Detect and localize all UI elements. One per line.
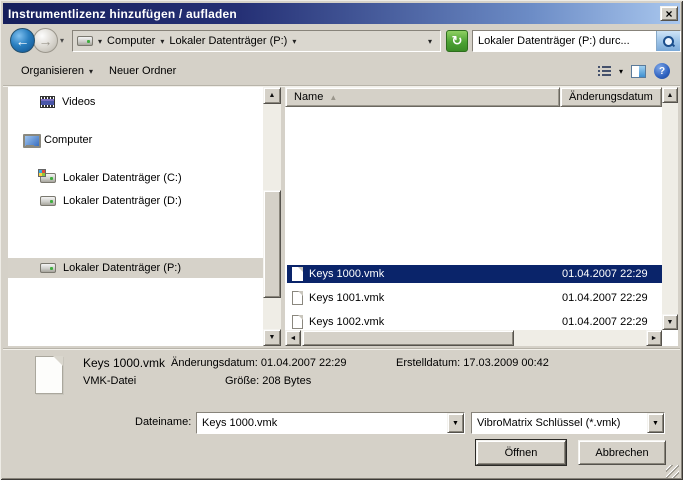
search-box [472, 30, 681, 52]
filetype-value: VibroMatrix Schlüssel (*.vmk) [472, 417, 647, 429]
search-input[interactable] [473, 31, 656, 51]
file-list: Name ▲ Änderungsdatum Keys 1000.vmk 01.0… [285, 87, 678, 346]
sidebar-item-drive-p[interactable]: Lokaler Datenträger (P:) [8, 258, 263, 278]
help-icon[interactable]: ? [654, 63, 670, 79]
address-bar: ← → ▾ ▾ Computer ▾ Lokaler Datenträger (… [3, 24, 680, 57]
details-modified: Änderungsdatum: 01.04.2007 22:29 [171, 357, 347, 369]
dropdown-button[interactable]: ▼ [647, 413, 664, 433]
details-file-type: VMK-Datei [83, 375, 136, 387]
breadcrumb-item-drive-p[interactable]: Lokaler Datenträger (P:) [169, 35, 287, 47]
sort-asc-icon: ▲ [329, 93, 337, 102]
breadcrumb[interactable]: ▾ Computer ▾ Lokaler Datenträger (P:) ▾ … [72, 30, 441, 52]
back-icon: ← [16, 33, 30, 49]
refresh-button[interactable]: ↻ [446, 30, 468, 52]
chevron-down-icon: ▾ [89, 67, 93, 76]
views-icon[interactable] [598, 66, 611, 77]
file-preview-icon [35, 356, 63, 394]
sidebar-scrollbar[interactable]: ▲ ▼ [263, 87, 281, 346]
address-dropdown-icon[interactable]: ▾ [428, 37, 432, 46]
file-icon [292, 315, 303, 329]
chevron-down-icon: ▼ [452, 420, 459, 427]
back-button[interactable]: ← [10, 28, 35, 53]
chevron-down-icon[interactable]: ▾ [160, 37, 164, 46]
dialog-footer: Dateiname: Keys 1000.vmk ▼ VibroMatrix S… [3, 407, 680, 477]
title-bar: Instrumentlizenz hinzufügen / aufladen × [3, 3, 680, 24]
column-header-name[interactable]: Name ▲ [285, 87, 560, 107]
new-folder-label: Neuer Ordner [109, 65, 176, 77]
column-header-date[interactable]: Änderungsdatum [560, 87, 662, 107]
scroll-left-button[interactable]: ◄ [285, 330, 301, 346]
arrow-up-icon: ▲ [269, 92, 276, 99]
close-button[interactable]: × [660, 6, 678, 21]
arrow-right-icon: ► [651, 335, 658, 342]
details-created: Erstelldatum: 17.03.2009 00:42 [396, 357, 549, 369]
refresh-icon: ↻ [452, 33, 463, 49]
arrow-down-icon: ▼ [269, 334, 276, 341]
search-icon [662, 35, 675, 48]
details-file-name: Keys 1000.vmk [83, 356, 165, 370]
command-toolbar: Organisieren ▾ Neuer Ordner ▾ ? [3, 57, 680, 86]
file-icon [292, 291, 303, 305]
file-row-keys-1000[interactable]: Keys 1000.vmk 01.04.2007 22:29 [287, 265, 662, 283]
toolbar-right: ▾ ? [598, 63, 670, 79]
open-button[interactable]: Öffnen [476, 440, 566, 465]
filename-label: Dateiname: [135, 416, 191, 428]
views-dropdown-icon[interactable]: ▾ [619, 67, 623, 76]
sidebar-item-computer[interactable]: Computer [8, 130, 263, 150]
main-area: Videos Computer Lokaler Datenträger (C:)… [3, 87, 680, 346]
open-file-dialog: Instrumentlizenz hinzufügen / aufladen ×… [0, 0, 683, 480]
breadcrumb-item-computer[interactable]: Computer [107, 35, 155, 47]
computer-icon [23, 134, 37, 146]
close-icon: × [665, 8, 672, 20]
chevron-down-icon[interactable]: ▾ [292, 37, 296, 46]
dialog-title: Instrumentlizenz hinzufügen / aufladen [8, 7, 237, 21]
drive-icon [40, 196, 56, 206]
sidebar-item-drive-d[interactable]: Lokaler Datenträger (D:) [8, 191, 263, 211]
list-horizontal-scrollbar[interactable]: ◄ ► [285, 330, 662, 346]
list-header: Name ▲ Änderungsdatum [285, 87, 662, 107]
navigation-sidebar: Videos Computer Lokaler Datenträger (C:)… [8, 87, 263, 346]
list-vertical-scrollbar[interactable]: ▲ ▼ [662, 87, 678, 330]
system-drive-icon [40, 173, 56, 183]
windows-flag-icon [38, 169, 46, 177]
scroll-down-button[interactable]: ▼ [662, 314, 678, 330]
details-pane: Keys 1000.vmk Änderungsdatum: 01.04.2007… [3, 348, 680, 407]
arrow-down-icon: ▼ [667, 319, 674, 326]
filename-combobox[interactable]: Keys 1000.vmk ▼ [196, 412, 465, 434]
chevron-down-icon[interactable]: ▾ [98, 37, 102, 46]
forward-icon: → [39, 33, 53, 49]
search-button[interactable] [656, 31, 680, 51]
file-rows: Keys 1000.vmk 01.04.2007 22:29 Keys 1001… [285, 107, 662, 330]
organize-button[interactable]: Organisieren ▾ [13, 61, 101, 81]
recent-pages-dropdown[interactable]: ▾ [60, 36, 64, 45]
sidebar-item-drive-c[interactable]: Lokaler Datenträger (C:) [8, 168, 263, 188]
scroll-up-button[interactable]: ▲ [662, 87, 678, 103]
scroll-down-button[interactable]: ▼ [263, 329, 281, 346]
file-row-keys-1001[interactable]: Keys 1001.vmk 01.04.2007 22:29 [287, 289, 662, 307]
organize-label: Organisieren [21, 65, 84, 77]
arrow-left-icon: ◄ [290, 335, 297, 342]
resize-grip[interactable] [666, 465, 679, 478]
file-icon [292, 267, 303, 281]
drive-icon [77, 36, 93, 46]
drive-icon [40, 263, 56, 273]
arrow-up-icon: ▲ [667, 92, 674, 99]
filename-value[interactable]: Keys 1000.vmk [197, 417, 447, 429]
scroll-up-button[interactable]: ▲ [263, 87, 281, 104]
scrollbar-thumb[interactable] [302, 330, 514, 346]
chevron-down-icon: ▼ [652, 420, 659, 427]
videos-icon [40, 96, 55, 108]
new-folder-button[interactable]: Neuer Ordner [101, 61, 184, 81]
cancel-button[interactable]: Abbrechen [578, 440, 666, 465]
sidebar-item-videos[interactable]: Videos [8, 92, 263, 112]
filetype-combobox[interactable]: VibroMatrix Schlüssel (*.vmk) ▼ [471, 412, 665, 434]
file-row-keys-1002[interactable]: Keys 1002.vmk 01.04.2007 22:29 [287, 313, 662, 331]
dropdown-button[interactable]: ▼ [447, 413, 464, 433]
preview-pane-icon[interactable] [631, 65, 646, 78]
details-size: Größe: 208 Bytes [225, 375, 311, 387]
forward-button[interactable]: → [33, 28, 58, 53]
scrollbar-thumb[interactable] [263, 190, 281, 298]
scroll-right-button[interactable]: ► [646, 330, 662, 346]
